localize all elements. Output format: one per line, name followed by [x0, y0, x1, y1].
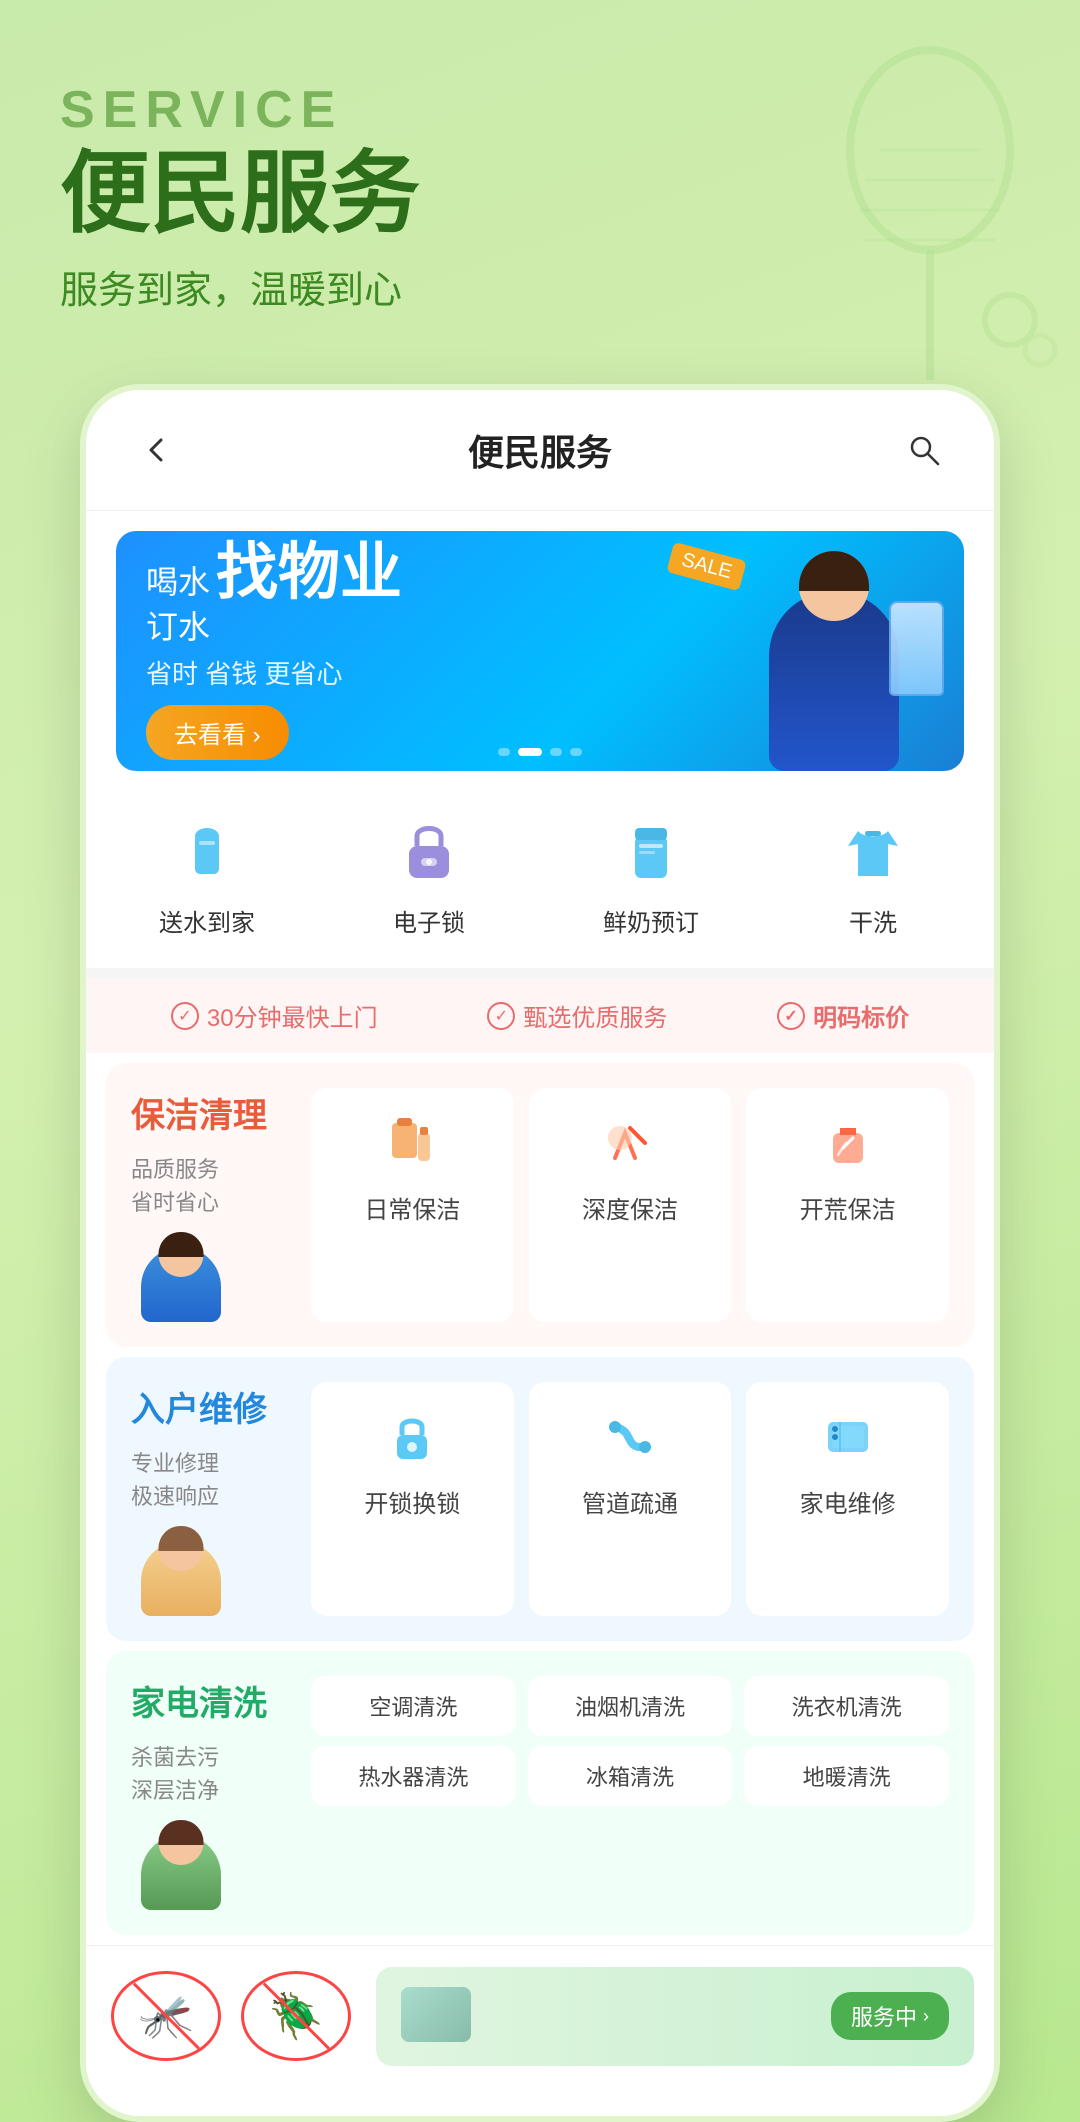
pipe-card[interactable]: 管道疏通: [529, 1382, 732, 1616]
appliance-grid: 空调清洗 油烟机清洗 洗衣机清洗 热水器清洗 冰箱清洗 地暖清洗: [311, 1676, 949, 1910]
locksmith-label: 开锁换锁: [364, 1484, 460, 1519]
lock-service-label: 电子锁: [393, 903, 465, 938]
quick-service-water[interactable]: 送水到家: [96, 811, 318, 938]
check-icon-2: ✓: [487, 1002, 515, 1030]
services-container: ✓ 30分钟最快上门 ✓ 甄选优质服务 ✓ 明码标价 保洁清理: [86, 978, 994, 2116]
pest-2: 🪲: [236, 1966, 356, 2066]
banner[interactable]: 喝水订水 找物业 省时 省钱 更省心 去看看 ›: [116, 531, 964, 771]
banner-text-area: 喝水订水 找物业 省时 省钱 更省心 去看看 ›: [146, 542, 934, 760]
floor-heating-card[interactable]: 地暖清洗: [744, 1746, 949, 1806]
hood-cleaning-card[interactable]: 油烟机清洗: [528, 1676, 733, 1736]
milk-service-label: 鲜奶预订: [603, 903, 699, 938]
locksmith-icon: [377, 1402, 447, 1472]
repair-header: 入户维修 专业修理 极速响应: [131, 1382, 949, 1616]
deep-cleaning-label: 深度保洁: [582, 1190, 678, 1225]
service-banner-info: [401, 1987, 471, 2046]
appliance-title: 家电清洗: [131, 1676, 291, 1725]
repair-service-grid: 开锁换锁 管道疏通: [311, 1382, 949, 1616]
service-active-badge[interactable]: 服务中 ›: [831, 1992, 949, 2040]
water-service-label: 送水到家: [159, 903, 255, 938]
appliance-row-2: 热水器清洗 冰箱清洗 地暖清洗: [311, 1746, 949, 1806]
badge-fast: ✓ 30分钟最快上门: [171, 998, 378, 1033]
banner-container: 喝水订水 找物业 省时 省钱 更省心 去看看 ›: [86, 511, 994, 791]
pioneer-cleaning-label: 开荒保洁: [800, 1190, 896, 1225]
daily-cleaning-icon: [377, 1108, 447, 1178]
shirt-icon: [833, 811, 913, 891]
search-icon[interactable]: [894, 420, 954, 480]
repair-desc: 专业修理 极速响应: [131, 1447, 291, 1513]
appliance-person: [131, 1820, 231, 1910]
app-content: 便民服务 喝水订水 找物业 省时 省钱 更省心 去看看 ›: [86, 390, 994, 2116]
phone-mockup: 便民服务 喝水订水 找物业 省时 省钱 更省心 去看看 ›: [80, 384, 1000, 2122]
repair-title: 入户维修: [131, 1382, 291, 1431]
deep-cleaning-icon: [595, 1108, 665, 1178]
daily-cleaning-card[interactable]: 日常保洁: [311, 1088, 514, 1322]
pipe-icon: [595, 1402, 665, 1472]
service-subtitle: 服务到家，温暖到心: [60, 259, 1020, 314]
washer-cleaning-card[interactable]: 洗衣机清洗: [744, 1676, 949, 1736]
appliance-section: 家电清洗 杀菌去污 深层洁净 空调清洗: [106, 1651, 974, 1935]
appliance-repair-icon: [813, 1402, 883, 1472]
service-cn-title: 便民服务: [60, 145, 1020, 244]
lock-icon: [389, 811, 469, 891]
badge-quality: ✓ 甄选优质服务: [487, 998, 667, 1033]
repair-section: 入户维修 专业修理 极速响应: [106, 1357, 974, 1641]
deep-cleaning-card[interactable]: 深度保洁: [529, 1088, 732, 1322]
quick-service-dryclean[interactable]: 干洗: [762, 811, 984, 938]
ac-cleaning-card[interactable]: 空调清洗: [311, 1676, 516, 1736]
quick-service-lock[interactable]: 电子锁: [318, 811, 540, 938]
appliance-row-1: 空调清洗 油烟机清洗 洗衣机清洗: [311, 1676, 949, 1736]
heater-cleaning-card[interactable]: 热水器清洗: [311, 1746, 516, 1806]
badge-row: ✓ 30分钟最快上门 ✓ 甄选优质服务 ✓ 明码标价: [86, 978, 994, 1053]
pioneer-cleaning-card[interactable]: 开荒保洁: [746, 1088, 949, 1322]
locksmith-card[interactable]: 开锁换锁: [311, 1382, 514, 1616]
appliance-desc: 杀菌去污 深层洁净: [131, 1741, 291, 1807]
water-icon: [167, 811, 247, 891]
check-icon-1: ✓: [171, 1002, 199, 1030]
pest-1: 🦟: [106, 1966, 226, 2066]
cleaning-person: [131, 1232, 231, 1322]
bottom-section: 🦟 🪲 服务中: [86, 1945, 994, 2086]
dryclean-service-label: 干洗: [849, 903, 897, 938]
cleaning-desc: 品质服务 省时省心: [131, 1153, 291, 1219]
badge-price: ✓ 明码标价: [777, 998, 909, 1033]
daily-cleaning-label: 日常保洁: [364, 1190, 460, 1225]
check-icon-3: ✓: [777, 1002, 805, 1030]
pest-icons: 🦟 🪲: [106, 1966, 356, 2066]
appliance-header: 家电清洗 杀菌去污 深层洁净 空调清洗: [131, 1676, 949, 1910]
repair-person: [131, 1526, 231, 1616]
cleaning-header: 保洁清理 品质服务 省时省心: [131, 1088, 949, 1322]
header-area: SERVICE 便民服务 服务到家，温暖到心: [0, 0, 1080, 354]
quick-services: 送水到家 电子锁: [86, 791, 994, 968]
appliance-repair-card[interactable]: 家电维修: [746, 1382, 949, 1616]
pipe-label: 管道疏通: [582, 1484, 678, 1519]
service-active-banner[interactable]: 服务中 ›: [376, 1967, 974, 2066]
milk-icon: [611, 811, 691, 891]
banner-button[interactable]: 去看看 ›: [146, 705, 289, 760]
nav-title: 便民服务: [468, 424, 612, 476]
pioneer-cleaning-icon: [813, 1108, 883, 1178]
nav-bar: 便民服务: [86, 390, 994, 511]
appliance-repair-label: 家电维修: [800, 1484, 896, 1519]
service-en-text: SERVICE: [60, 80, 1020, 140]
cleaning-title: 保洁清理: [131, 1088, 291, 1137]
fridge-cleaning-card[interactable]: 冰箱清洗: [528, 1746, 733, 1806]
cleaning-service-grid: 日常保洁 深度保洁: [311, 1088, 949, 1322]
quick-service-milk[interactable]: 鲜奶预订: [540, 811, 762, 938]
cleaning-section: 保洁清理 品质服务 省时省心: [106, 1063, 974, 1347]
service-thumbnail: [401, 1987, 471, 2042]
back-button[interactable]: [126, 420, 186, 480]
